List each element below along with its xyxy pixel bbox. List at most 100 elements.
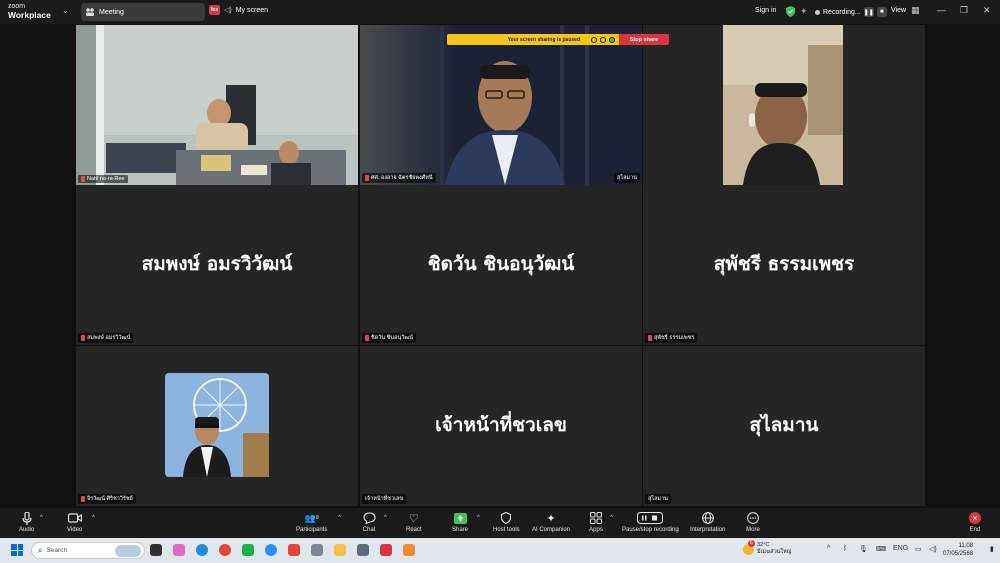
participant-nametag: เจ้าหน้าที่ชวเลข	[362, 494, 407, 504]
my-screen-tab[interactable]: fax ◁) My screen	[209, 5, 268, 15]
view-grid-icon[interactable]: ▦	[911, 5, 920, 16]
shield-icon	[499, 511, 513, 525]
microphone-app-icon[interactable]	[311, 544, 323, 556]
task-view-icon[interactable]	[150, 544, 162, 556]
participants-icon	[86, 8, 94, 16]
participant-tile[interactable]: ชิดวัน ชินอนุวัฒน์ ชิดวัน ชินอนุวัฒน์	[360, 185, 642, 345]
participant-tile[interactable]: จิรวัฒน์ ศิริชาวีรัชย์	[76, 346, 358, 506]
participant-nametag: Natti na-ra-Ree	[78, 175, 128, 183]
react-button[interactable]: ♡ React	[406, 511, 422, 534]
chat-options-chevron-icon[interactable]: ^	[384, 515, 387, 521]
participants-button[interactable]: 👥 9 Participants	[296, 511, 328, 534]
info-icon[interactable]	[600, 36, 606, 43]
notifications-icon[interactable]: ▮	[990, 545, 994, 553]
ai-companion-button[interactable]: ✦ AI Companion	[532, 511, 571, 534]
pause-stop-recording-label: Pause/stop recording	[622, 527, 679, 533]
end-meeting-button[interactable]: ✕ End	[968, 511, 982, 533]
sparkle-icon[interactable]: ✦	[800, 6, 808, 17]
recording-dot-icon	[815, 9, 820, 15]
weather-temp: 32°C	[757, 542, 770, 548]
participants-label: Participants	[296, 527, 328, 533]
apps-options-chevron-icon[interactable]: ^	[610, 515, 613, 521]
camera-icon	[67, 511, 82, 525]
keyboard-icon[interactable]: ⌨	[876, 545, 886, 553]
tray-chevron-up-icon[interactable]: ^	[827, 545, 830, 552]
chat-button[interactable]: Chat	[362, 511, 376, 533]
chat-label: Chat	[362, 527, 376, 533]
language-indicator[interactable]: ENG	[893, 545, 908, 552]
participant-avatar-photo	[165, 373, 269, 477]
pause-recording-button[interactable]: ❚❚	[864, 7, 874, 17]
fax-icon: fax	[209, 5, 220, 15]
anydesk-icon[interactable]	[288, 544, 300, 556]
acrobat-icon[interactable]	[380, 544, 392, 556]
meeting-tab[interactable]: Meeting	[81, 3, 205, 21]
taskbar-search-input[interactable]: ⌕ Search	[31, 542, 145, 559]
chevron-down-icon[interactable]: ⌄	[62, 6, 69, 15]
participant-tile[interactable]: สุไลมาน สุไลมาน	[643, 346, 925, 506]
mic-muted-icon	[81, 176, 85, 182]
meeting-toolbar: Audio ^ Video ^ 👥 9 Participants ^ Chat ^…	[0, 508, 1000, 538]
video-button[interactable]: Video	[67, 511, 82, 533]
meeting-tab-label: Meeting	[99, 8, 124, 16]
zoom-app-icon[interactable]	[265, 544, 277, 556]
apps-button[interactable]: Apps	[589, 511, 603, 533]
participant-name: Natti na-ra-Ree	[87, 176, 125, 182]
participant-video	[723, 25, 843, 185]
stop-share-button[interactable]: Stop share	[619, 34, 669, 45]
share-paused-text: Your screen sharing is paused	[507, 36, 580, 43]
vlc-icon[interactable]	[403, 544, 415, 556]
stop-recording-button[interactable]: ■	[876, 7, 887, 17]
globe-icon	[701, 511, 715, 525]
bluetooth-icon[interactable]: ᛒ	[843, 545, 847, 552]
view-button[interactable]: View	[891, 7, 906, 14]
audio-options-chevron-icon[interactable]: ^	[40, 515, 43, 521]
windows-start-icon[interactable]	[11, 544, 23, 556]
ai-companion-label: AI Companion	[532, 527, 571, 533]
pause-stop-recording-button[interactable]: Pause/stop recording	[622, 511, 679, 533]
share-label: Share	[452, 527, 469, 533]
search-highlight-icon	[115, 544, 141, 557]
restore-icon[interactable]: ❐	[960, 5, 968, 16]
tray-mic-icon[interactable]: 🎙	[859, 545, 868, 553]
audio-button[interactable]: Audio	[19, 511, 34, 533]
shield-icon[interactable]	[786, 6, 795, 17]
participant-tile[interactable]: Natti na-ra-Ree	[76, 25, 358, 185]
participant-tile[interactable]: สุพัชรี ธรรมเพชร สุพัชรี ธรรมเพชร	[643, 185, 925, 345]
edge-browser-icon[interactable]	[196, 544, 208, 556]
share-button[interactable]: Share	[452, 511, 468, 533]
sign-in-link[interactable]: Sign in	[755, 7, 776, 14]
participant-video	[360, 25, 642, 185]
mic-muted-icon	[365, 335, 369, 341]
pause-share-icon[interactable]	[591, 36, 597, 43]
video-options-chevron-icon[interactable]: ^	[92, 515, 95, 521]
host-tools-button[interactable]: Host tools	[493, 511, 520, 533]
video-label: Video	[67, 527, 83, 533]
volume-icon[interactable]: ◁)	[929, 545, 937, 553]
weather-widget[interactable]: 6 32°C มีเมฆส่วนใหญ่	[743, 539, 791, 556]
monitor-icon[interactable]: ▭	[915, 545, 922, 553]
participants-options-chevron-icon[interactable]: ^	[338, 515, 341, 521]
participant-tile[interactable]: ศศ. องอาจ ฉัตรชัยพงศ์ทนี สุไลมาน	[360, 25, 642, 185]
file-explorer-icon[interactable]	[334, 544, 346, 556]
shield-check-icon[interactable]	[609, 36, 615, 43]
my-screen-label: My screen	[235, 6, 269, 14]
search-placeholder: Search	[46, 547, 68, 554]
participant-nametag: ชิดวัน ชินอนุวัฒน์	[362, 333, 417, 343]
calculator-icon[interactable]	[357, 544, 369, 556]
microphone-icon	[20, 511, 34, 525]
chrome-browser-icon[interactable]	[219, 544, 231, 556]
minimize-icon[interactable]: —	[937, 5, 946, 15]
participant-tile[interactable]: เจ้าหน้าที่ชวเลข เจ้าหน้าที่ชวเลข	[360, 346, 642, 506]
participant-tile[interactable]: สมพงษ์ อมรวิวัฒน์ สมพงษ์ อมรวิวัฒน์	[76, 185, 358, 345]
clock-time: 11:08	[958, 543, 974, 549]
taskbar-clock[interactable]: 11:08 07/05/2568	[943, 542, 973, 558]
close-icon[interactable]: ✕	[983, 5, 991, 16]
interpretation-button[interactable]: Interpretation	[690, 511, 725, 533]
participant-tile[interactable]	[643, 25, 925, 185]
share-options-chevron-icon[interactable]: ^	[477, 515, 480, 521]
line-app-icon[interactable]	[242, 544, 254, 556]
more-button[interactable]: More	[746, 511, 760, 533]
copilot-icon[interactable]	[173, 544, 185, 556]
audio-label: Audio	[19, 527, 35, 533]
